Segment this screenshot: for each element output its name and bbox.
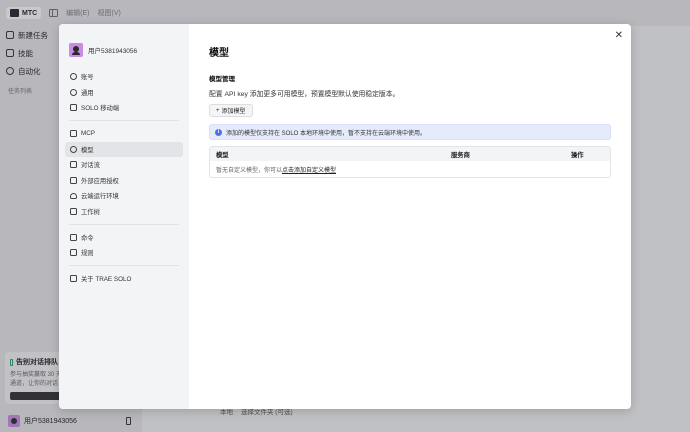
settings-item-rules[interactable]: 规则 [65,245,183,260]
settings-user-name: 用户5381943056 [88,48,138,55]
settings-item-cloud-env[interactable]: 云端运行环境 [65,188,183,203]
external-app-icon [70,176,77,184]
settings-content: ✕ 模型 模型管理 配置 API key 添加更多可用模型，预置模型默认使用稳定… [189,24,631,409]
info-icon: i [215,128,222,136]
settings-item-label: 关于 TRAE SOLO [81,276,132,283]
settings-item-external-app[interactable]: 外部应用授权 [65,173,183,188]
add-model-label: 添加模型 [221,109,246,115]
divider [69,265,179,266]
settings-modal: 用户5381943056 账号 通用 SOLO 移动端 MCP 模型 对话流 外… [59,24,631,409]
rules-icon [70,249,77,256]
section-title: 模型管理 [209,76,235,83]
conversation-flow-icon [70,161,77,168]
settings-item-label: MCP [81,130,95,137]
table-empty-row: 暂无自定义模型，你可以 点击添加自定义模型 [210,161,610,177]
settings-item-label: SOLO 移动端 [81,105,120,112]
settings-item-label: 命令 [81,234,94,242]
settings-item-label: 规则 [81,250,94,257]
mobile-icon [70,104,77,111]
column-header-provider: 服务商 [451,151,470,159]
settings-item-label: 外部应用授权 [81,177,119,185]
table-header: 模型 服务商 操作 [210,147,610,161]
settings-item-label: 对话流 [81,162,100,169]
settings-item-label: 模型 [81,146,94,154]
about-icon [70,275,77,282]
command-icon [70,233,77,241]
avatar [69,43,83,57]
info-banner: i 添加的模型仅支持在 SOLO 本地环境中使用，暂不支持在云端环境中使用。 [209,124,611,140]
settings-item-label: 云端运行环境 [81,193,119,200]
cloud-icon [70,192,77,199]
mcp-icon [70,130,77,137]
settings-item-general[interactable]: 通用 [65,85,183,100]
close-icon[interactable]: ✕ [615,30,623,41]
settings-sidebar: 用户5381943056 账号 通用 SOLO 移动端 MCP 模型 对话流 外… [59,24,189,409]
model-icon [70,145,77,153]
worktree-icon [70,207,77,215]
plus-icon: + [216,107,220,114]
divider [69,120,179,121]
empty-text: 暂无自定义模型，你可以 [216,167,283,174]
column-header-actions: 操作 [571,151,584,159]
settings-item-worktree[interactable]: 工作树 [65,204,183,219]
column-header-model: 模型 [216,151,229,159]
settings-user: 用户5381943056 [65,38,183,62]
settings-item-model[interactable]: 模型 [65,141,183,157]
divider [69,223,179,225]
settings-item-conversation-flow[interactable]: 对话流 [65,157,183,172]
settings-item-mcp[interactable]: MCP [65,126,183,141]
settings-item-label: 账号 [81,74,94,81]
settings-item-about[interactable]: 关于 TRAE SOLO [65,271,183,286]
model-table: 模型 服务商 操作 暂无自定义模型，你可以 点击添加自定义模型 [209,146,611,178]
add-custom-model-link[interactable]: 点击添加自定义模型 [282,165,336,174]
settings-item-command[interactable]: 命令 [65,230,183,245]
settings-item-solo-mobile[interactable]: SOLO 移动端 [65,100,183,115]
general-icon [70,88,77,96]
account-icon [70,73,77,80]
page-title: 模型 [209,48,229,59]
settings-item-label: 通用 [81,89,94,97]
section-description: 配置 API key 添加更多可用模型，预置模型默认使用稳定版本。 [209,91,400,98]
add-model-button[interactable]: + 添加模型 [209,104,253,117]
settings-item-label: 工作树 [81,208,100,216]
settings-item-account[interactable]: 账号 [65,69,183,84]
info-text: 添加的模型仅支持在 SOLO 本地环境中使用，暂不支持在云端环境中使用。 [226,130,427,137]
